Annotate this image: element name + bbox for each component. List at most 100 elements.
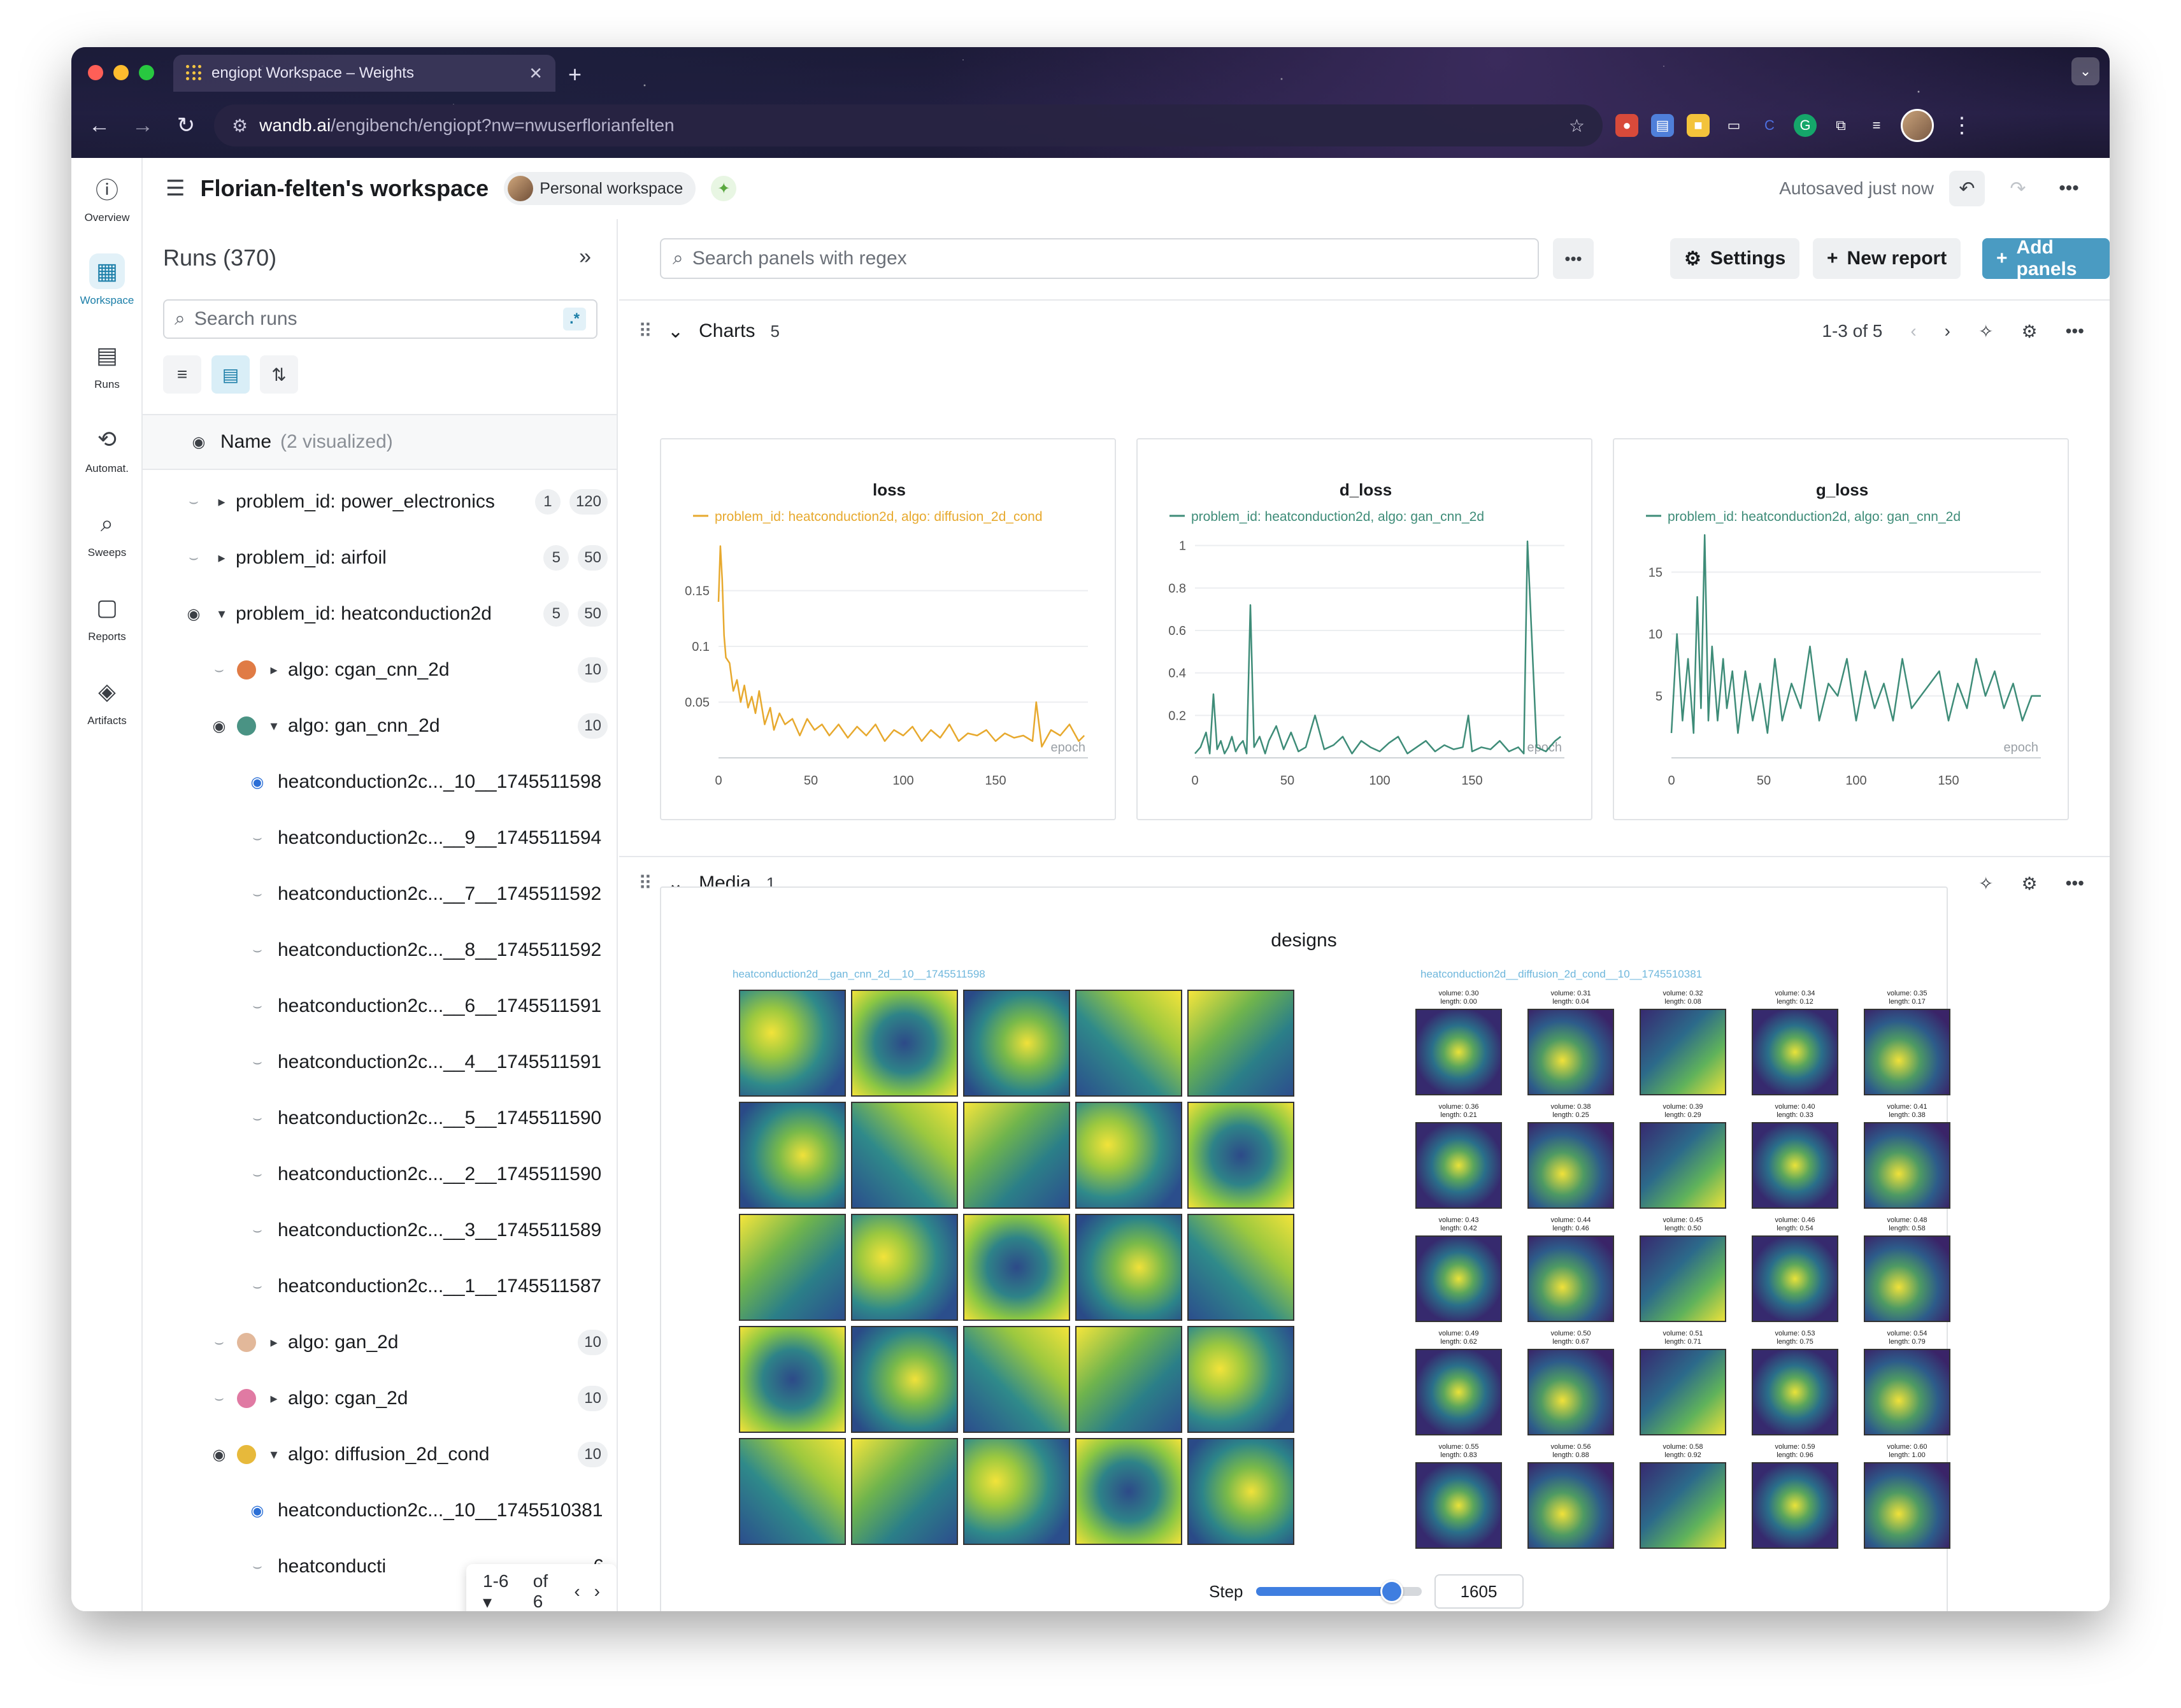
more-options-icon[interactable]: ••• — [2051, 171, 2087, 206]
media-control-icon[interactable]: ≡ — [1865, 114, 1888, 137]
undo-icon[interactable]: ↶ — [1949, 171, 1985, 206]
extension-doc-icon[interactable]: ▤ — [1651, 114, 1674, 137]
minimize-window-button[interactable] — [113, 65, 129, 80]
run-color-swatch[interactable] — [237, 716, 256, 736]
step-input[interactable]: 1605 — [1434, 1574, 1524, 1609]
run-group-row[interactable]: ⌣ ▸ algo: cgan_2d 10 — [143, 1370, 617, 1427]
drag-handle-icon[interactable]: ⠿ — [638, 872, 652, 895]
slider-knob[interactable] — [1380, 1580, 1403, 1603]
run-group-row[interactable]: ◉ ▾ algo: gan_cnn_2d 10 — [143, 698, 617, 754]
eye-closed-icon[interactable]: ⌣ — [245, 941, 270, 959]
redo-icon[interactable]: ↷ — [2000, 171, 2036, 206]
media-panel-designs[interactable]: designs heatconduction2d__gan_cnn_2d__10… — [660, 886, 1950, 1611]
workspace-type-pill[interactable]: Personal workspace — [504, 172, 696, 205]
more-options-icon[interactable]: ••• — [2066, 321, 2084, 341]
run-row[interactable]: ⌣ heatconduction2c...__5__1745511590 — [143, 1090, 617, 1146]
search-runs-input[interactable]: ⌕ Search runs .* — [163, 299, 597, 339]
add-panels-button[interactable]: + Add panels — [1982, 237, 2110, 280]
run-color-swatch[interactable] — [237, 1333, 256, 1352]
run-group-row[interactable]: ◉ ▾ algo: diffusion_2d_cond 10 — [143, 1427, 617, 1483]
site-settings-icon[interactable]: ⚙ — [232, 115, 248, 136]
close-window-button[interactable] — [88, 65, 103, 80]
magic-wand-icon[interactable]: ✧ — [1978, 873, 1993, 894]
eye-icon[interactable]: ◉ — [206, 1446, 232, 1464]
nav-artifacts[interactable]: ◈ Artifacts — [71, 674, 143, 727]
extension-card-icon[interactable]: ▭ — [1722, 114, 1745, 137]
run-group-row[interactable]: ⌣ ▸ problem_id: airfoil 5 50 — [143, 530, 617, 586]
page-size-select[interactable]: 1-6 ▾ — [483, 1571, 519, 1612]
extension-c-icon[interactable]: C — [1758, 114, 1781, 137]
run-row[interactable]: ⌣ heatconduction2c...__6__1745511591 — [143, 978, 617, 1034]
settings-button[interactable]: ⚙ Settings — [1670, 238, 1800, 279]
caret-right-icon[interactable]: ▸ — [265, 1334, 283, 1351]
run-row[interactable]: ⌣ heatconduction2c...__8__1745511592 — [143, 922, 617, 978]
gear-icon[interactable]: ⚙ — [2021, 321, 2037, 342]
chart-d-loss[interactable]: d_loss problem_id: heatconduction2d, algo… — [1136, 438, 1592, 820]
nav-reports[interactable]: ▢ Reports — [71, 590, 143, 643]
charts-section-header[interactable]: ⠿ ⌄ Charts 5 1-3 of 5 ‹ › ✧ ⚙ ••• — [619, 301, 2110, 362]
gear-icon[interactable]: ⚙ — [2021, 873, 2037, 894]
eye-closed-icon[interactable]: ⌣ — [245, 1558, 270, 1576]
chart-loss[interactable]: loss problem_id: heatconduction2d, algo: … — [660, 438, 1116, 820]
grammarly-icon[interactable]: G — [1794, 114, 1817, 137]
prev-page-icon[interactable]: ‹ — [1910, 321, 1916, 341]
run-row[interactable]: ⌣ heatconduction2c...__4__1745511591 — [143, 1034, 617, 1090]
nav-runs[interactable]: ▤ Runs — [71, 338, 143, 391]
caret-down-icon[interactable]: ▾ — [265, 1446, 283, 1463]
eye-closed-icon[interactable]: ⌣ — [245, 1053, 270, 1071]
more-options-icon[interactable]: ••• — [2066, 873, 2084, 893]
run-color-swatch[interactable] — [237, 1445, 256, 1464]
collapse-runs-icon[interactable]: » — [579, 245, 591, 269]
caret-right-icon[interactable]: ▸ — [265, 1390, 283, 1407]
eye-closed-icon[interactable]: ⌣ — [245, 885, 270, 903]
run-color-swatch[interactable] — [237, 660, 256, 680]
run-group-row[interactable]: ◉ ▾ problem_id: heatconduction2d 5 50 — [143, 586, 617, 642]
eye-icon[interactable]: ◉ — [186, 433, 211, 452]
extension-red-icon[interactable]: ● — [1615, 114, 1638, 137]
chevron-down-icon[interactable]: ⌄ — [668, 320, 683, 343]
eye-closed-icon[interactable]: ⌣ — [245, 997, 270, 1015]
forward-icon[interactable]: → — [127, 110, 158, 141]
next-page-icon[interactable]: › — [594, 1581, 600, 1602]
drag-handle-icon[interactable]: ⠿ — [638, 320, 652, 343]
eye-closed-icon[interactable]: ⌣ — [181, 493, 206, 511]
nav-overview[interactable]: ⓘ Overview — [71, 171, 143, 224]
run-row[interactable]: ◉ heatconduction2c..._10__1745511598 — [143, 754, 617, 810]
browser-tab[interactable]: engiopt Workspace – Weights ✕ — [173, 55, 555, 92]
maximize-window-button[interactable] — [139, 65, 154, 80]
caret-down-icon[interactable]: ▾ — [265, 718, 283, 734]
new-tab-icon[interactable]: + — [568, 61, 582, 88]
tab-close-icon[interactable]: ✕ — [529, 64, 543, 83]
caret-right-icon[interactable]: ▸ — [213, 550, 231, 566]
group-icon[interactable]: ▤ — [211, 355, 250, 394]
magic-wand-icon[interactable]: ✧ — [1978, 321, 1993, 342]
chart-g-loss[interactable]: g_loss problem_id: heatconduction2d, algo… — [1613, 438, 2069, 820]
bookmark-star-icon[interactable]: ☆ — [1569, 115, 1585, 136]
back-icon[interactable]: ← — [84, 110, 115, 141]
menu-icon[interactable]: ☰ — [166, 176, 185, 201]
run-color-swatch[interactable] — [237, 1389, 256, 1408]
eye-closed-icon[interactable]: ⌣ — [245, 1221, 270, 1239]
tab-search-icon[interactable]: ⌄ — [2071, 57, 2099, 85]
filter-icon[interactable]: ≡ — [163, 355, 201, 394]
nav-sweeps[interactable]: ⌕ Sweeps — [71, 506, 143, 559]
run-row[interactable]: ◉ heatconduction2c..._10__1745510381 — [143, 1483, 617, 1539]
eye-closed-icon[interactable]: ⌣ — [245, 829, 270, 847]
run-row[interactable]: ⌣ heatconduction2c...__7__1745511592 — [143, 866, 617, 922]
sparkle-icon[interactable]: ✦ — [711, 176, 737, 201]
caret-right-icon[interactable]: ▸ — [213, 494, 231, 510]
name-column-header[interactable]: ◉ Name (2 visualized) — [143, 415, 617, 470]
run-row[interactable]: ⌣ heatconduction2c...__3__1745511589 — [143, 1202, 617, 1258]
eye-closed-icon[interactable]: ⌣ — [245, 1277, 270, 1295]
step-slider[interactable] — [1255, 1580, 1422, 1603]
extensions-puzzle-icon[interactable]: ⧉ — [1829, 114, 1852, 137]
eye-closed-icon[interactable]: ⌣ — [206, 661, 232, 679]
caret-down-icon[interactable]: ▾ — [213, 606, 231, 622]
run-row[interactable]: ⌣ heatconduction2c...__2__1745511590 — [143, 1146, 617, 1202]
eye-icon[interactable]: ◉ — [245, 773, 270, 792]
eye-icon[interactable]: ◉ — [206, 717, 232, 736]
eye-closed-icon[interactable]: ⌣ — [206, 1334, 232, 1351]
extension-yellow-icon[interactable]: ■ — [1687, 114, 1710, 137]
eye-closed-icon[interactable]: ⌣ — [245, 1109, 270, 1127]
prev-page-icon[interactable]: ‹ — [574, 1581, 580, 1602]
